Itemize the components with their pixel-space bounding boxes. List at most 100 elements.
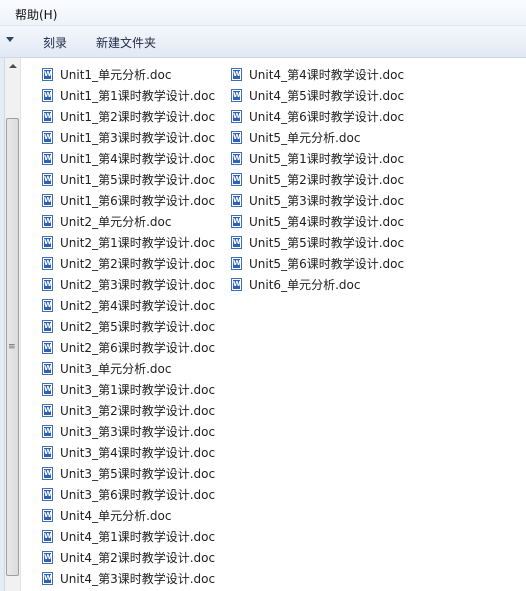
file-item[interactable]: Unit5_第5课时教学设计.doc [229,232,404,253]
file-item[interactable]: Unit3_第4课时教学设计.doc [40,442,215,463]
word-document-icon [42,572,53,585]
file-item[interactable]: Unit2_第6课时教学设计.doc [40,337,215,358]
file-name: Unit4_第5课时教学设计.doc [249,89,405,103]
burn-button[interactable]: 刻录 [43,34,67,51]
word-document-icon [42,236,53,249]
file-item[interactable]: Unit2_第1课时教学设计.doc [40,232,215,253]
file-item[interactable]: Unit2_第2课时教学设计.doc [40,253,215,274]
menu-bar: 帮助(H) [0,0,526,26]
vertical-scrollbar[interactable]: ≡ [5,58,21,591]
word-document-icon [42,152,53,165]
word-document-icon [42,446,53,459]
word-document-icon [42,425,53,438]
word-document-icon [231,257,242,270]
file-name: Unit3_第2课时教学设计.doc [60,404,216,418]
file-name: Unit1_第1课时教学设计.doc [60,89,216,103]
word-document-icon [231,152,242,165]
file-name: Unit1_第4课时教学设计.doc [60,152,216,166]
file-name: Unit4_第3课时教学设计.doc [60,572,216,586]
file-item[interactable]: Unit1_第6课时教学设计.doc [40,190,215,211]
file-item[interactable]: Unit3_第3课时教学设计.doc [40,421,215,442]
file-name: Unit2_单元分析.doc [60,215,172,229]
word-document-icon [231,110,242,123]
file-item[interactable]: Unit1_第1课时教学设计.doc [40,85,215,106]
file-name: Unit1_第5课时教学设计.doc [60,173,216,187]
file-name: Unit1_单元分析.doc [60,68,172,82]
file-name: Unit2_第1课时教学设计.doc [60,236,216,250]
file-item[interactable]: Unit1_第3课时教学设计.doc [40,127,215,148]
file-item[interactable]: Unit3_第2课时教学设计.doc [40,400,215,421]
word-document-icon [42,194,53,207]
file-item[interactable]: Unit5_第4课时教学设计.doc [229,211,404,232]
file-item[interactable]: Unit2_第3课时教学设计.doc [40,274,215,295]
file-name: Unit1_第2课时教学设计.doc [60,110,216,124]
word-document-icon [231,215,242,228]
file-name: Unit2_第6课时教学设计.doc [60,341,216,355]
word-document-icon [42,383,53,396]
file-item[interactable]: Unit3_单元分析.doc [40,358,215,379]
file-item[interactable]: Unit1_第2课时教学设计.doc [40,106,215,127]
file-item[interactable]: Unit1_单元分析.doc [40,64,215,85]
file-item[interactable]: Unit3_第6课时教学设计.doc [40,484,215,505]
file-name: Unit5_第2课时教学设计.doc [249,173,405,187]
file-item[interactable]: Unit4_第2课时教学设计.doc [40,547,215,568]
file-name: Unit5_第4课时教学设计.doc [249,215,405,229]
file-name: Unit3_第6课时教学设计.doc [60,488,216,502]
file-name: Unit6_单元分析.doc [249,278,361,292]
file-name: Unit5_第3课时教学设计.doc [249,194,405,208]
file-name: Unit1_第3课时教学设计.doc [60,131,216,145]
word-document-icon [231,278,242,291]
word-document-icon [42,488,53,501]
file-item[interactable]: Unit5_第3课时教学设计.doc [229,190,404,211]
file-item[interactable]: Unit2_第4课时教学设计.doc [40,295,215,316]
word-document-icon [231,68,242,81]
word-document-icon [231,89,242,102]
file-item[interactable]: Unit3_第1课时教学设计.doc [40,379,215,400]
file-column-1: Unit1_单元分析.doc Unit1_第1课时教学设计.doc Unit1_第2… [40,64,215,589]
file-name: Unit4_单元分析.doc [60,509,172,523]
new-folder-button[interactable]: 新建文件夹 [96,34,156,51]
word-document-icon [42,110,53,123]
word-document-icon [42,551,53,564]
file-item[interactable]: Unit2_第5课时教学设计.doc [40,316,215,337]
file-item[interactable]: Unit4_第4课时教学设计.doc [229,64,404,85]
word-document-icon [231,236,242,249]
file-item[interactable]: Unit4_第1课时教学设计.doc [40,526,215,547]
file-item[interactable]: Unit5_单元分析.doc [229,127,404,148]
word-document-icon [42,362,53,375]
file-name: Unit5_单元分析.doc [249,131,361,145]
file-name: Unit2_第3课时教学设计.doc [60,278,216,292]
file-item[interactable]: Unit5_第2课时教学设计.doc [229,169,404,190]
file-column-2: Unit4_第4课时教学设计.doc Unit4_第5课时教学设计.doc Unit… [229,64,404,295]
file-item[interactable]: Unit6_单元分析.doc [229,274,404,295]
file-item[interactable]: Unit3_第5课时教学设计.doc [40,463,215,484]
file-list-view: ≡ Unit1_单元分析.docUnit1_第1课时教学设计.docUnit1_… [0,58,526,591]
file-item[interactable]: Unit4_第6课时教学设计.doc [229,106,404,127]
file-name: Unit4_第6课时教学设计.doc [249,110,405,124]
word-document-icon [42,131,53,144]
file-name: Unit2_第5课时教学设计.doc [60,320,216,334]
file-name: Unit4_第4课时教学设计.doc [249,68,405,82]
word-document-icon [42,278,53,291]
file-item[interactable]: Unit4_第5课时教学设计.doc [229,85,404,106]
menu-help[interactable]: 帮助(H) [15,6,57,23]
file-item[interactable]: Unit4_单元分析.doc [40,505,215,526]
word-document-icon [42,530,53,543]
word-document-icon [42,320,53,333]
scroll-up-arrow-icon[interactable] [5,58,21,74]
file-item[interactable]: Unit2_单元分析.doc [40,211,215,232]
word-document-icon [42,89,53,102]
word-document-icon [42,341,53,354]
file-name: Unit3_第1课时教学设计.doc [60,383,216,397]
file-item[interactable]: Unit4_第3课时教学设计.doc [40,568,215,589]
file-name: Unit4_第1课时教学设计.doc [60,530,216,544]
chevron-down-icon[interactable] [6,37,14,42]
file-item[interactable]: Unit5_第6课时教学设计.doc [229,253,404,274]
file-item[interactable]: Unit5_第1课时教学设计.doc [229,148,404,169]
file-item[interactable]: Unit1_第4课时教学设计.doc [40,148,215,169]
word-document-icon [231,173,242,186]
file-name: Unit3_第3课时教学设计.doc [60,425,216,439]
word-document-icon [42,299,53,312]
file-item[interactable]: Unit1_第5课时教学设计.doc [40,169,215,190]
file-name: Unit2_第2课时教学设计.doc [60,257,216,271]
